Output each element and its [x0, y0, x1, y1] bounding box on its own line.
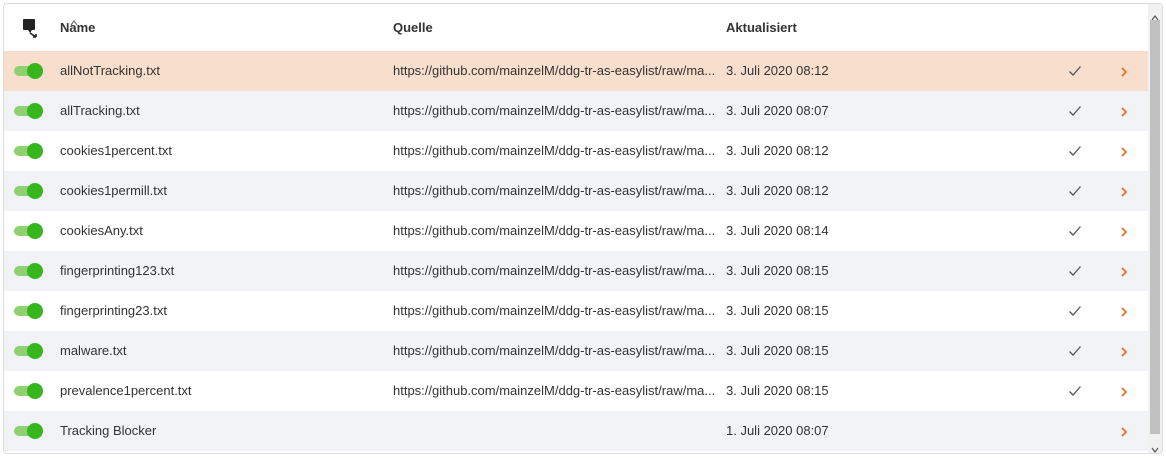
- row-name: prevalence1percent.txt: [60, 383, 192, 398]
- table-content: Name Quelle Aktualisiert allNotTracking.…: [4, 4, 1148, 453]
- blocklist-table: Name Quelle Aktualisiert allNotTracking.…: [3, 3, 1163, 454]
- column-header-source[interactable]: Quelle: [393, 4, 433, 51]
- row-updated: 3. Juli 2020 08:12: [726, 183, 829, 198]
- table-row[interactable]: Tracking Blocker 1. Juli 2020 08:07: [4, 411, 1148, 451]
- row-name: cookiesAny.txt: [60, 223, 143, 238]
- column-header-updated[interactable]: Aktualisiert: [726, 4, 797, 51]
- checkmark-icon: [1068, 344, 1082, 358]
- enabled-toggle[interactable]: [14, 102, 43, 120]
- enabled-toggle[interactable]: [14, 262, 43, 280]
- row-updated: 3. Juli 2020 08:12: [726, 143, 829, 158]
- row-name: malware.txt: [60, 343, 127, 358]
- row-updated: 3. Juli 2020 08:15: [726, 263, 829, 278]
- row-updated: 3. Juli 2020 08:15: [726, 383, 829, 398]
- enabled-toggle[interactable]: [14, 342, 43, 360]
- row-updated: 3. Juli 2020 08:15: [726, 303, 829, 318]
- checkmark-icon: [1068, 104, 1082, 118]
- table-row[interactable]: fingerprinting23.txt https://github.com/m…: [4, 291, 1148, 331]
- enabled-toggle[interactable]: [14, 142, 43, 160]
- enabled-toggle[interactable]: [14, 302, 43, 320]
- chevron-right-icon[interactable]: [1120, 345, 1128, 357]
- chevron-right-icon[interactable]: [1120, 305, 1128, 317]
- chevron-right-icon[interactable]: [1120, 225, 1128, 237]
- scroll-up-icon[interactable]: [1151, 8, 1159, 21]
- table-row[interactable]: cookies1permill.txt https://github.com/ma…: [4, 171, 1148, 211]
- row-updated: 3. Juli 2020 08:12: [726, 63, 829, 78]
- enabled-toggle[interactable]: [14, 182, 43, 200]
- checkmark-icon: [1068, 144, 1082, 158]
- vertical-scrollbar[interactable]: [1148, 4, 1162, 453]
- filter-list-icon[interactable]: [22, 18, 40, 38]
- enabled-toggle[interactable]: [14, 422, 43, 440]
- table-row[interactable]: malware.txt https://github.com/mainzelM/d…: [4, 331, 1148, 371]
- row-updated: 1. Juli 2020 08:07: [726, 423, 829, 438]
- enabled-toggle[interactable]: [14, 62, 43, 80]
- table-row[interactable]: cookies1percent.txt https://github.com/ma…: [4, 131, 1148, 171]
- chevron-right-icon[interactable]: [1120, 265, 1128, 277]
- row-name: fingerprinting23.txt: [60, 303, 167, 318]
- chevron-right-icon[interactable]: [1120, 145, 1128, 157]
- row-source: https://github.com/mainzelM/ddg-tr-as-ea…: [393, 303, 716, 318]
- chevron-right-icon[interactable]: [1120, 185, 1128, 197]
- table-row[interactable]: allTracking.txt https://github.com/mainze…: [4, 91, 1148, 131]
- row-name: allNotTracking.txt: [60, 63, 160, 78]
- scroll-down-icon[interactable]: [1151, 440, 1159, 453]
- row-source: https://github.com/mainzelM/ddg-tr-as-ea…: [393, 103, 716, 118]
- row-source: https://github.com/mainzelM/ddg-tr-as-ea…: [393, 183, 716, 198]
- checkmark-icon: [1068, 384, 1082, 398]
- table-row[interactable]: prevalence1percent.txt https://github.com…: [4, 371, 1148, 411]
- enabled-toggle[interactable]: [14, 382, 43, 400]
- scrollbar-thumb[interactable]: [1150, 20, 1160, 434]
- chevron-right-icon[interactable]: [1120, 385, 1128, 397]
- enabled-toggle[interactable]: [14, 222, 43, 240]
- checkmark-icon: [1068, 264, 1082, 278]
- row-source: https://github.com/mainzelM/ddg-tr-as-ea…: [393, 263, 716, 278]
- checkmark-icon: [1068, 64, 1082, 78]
- row-source: https://github.com/mainzelM/ddg-tr-as-ea…: [393, 143, 716, 158]
- checkmark-icon: [1068, 224, 1082, 238]
- checkmark-icon: [1068, 184, 1082, 198]
- chevron-right-icon[interactable]: [1120, 105, 1128, 117]
- row-updated: 3. Juli 2020 08:07: [726, 103, 829, 118]
- row-name: cookies1permill.txt: [60, 183, 167, 198]
- row-name: cookies1percent.txt: [60, 143, 173, 158]
- row-source: [393, 411, 719, 451]
- row-updated: 3. Juli 2020 08:15: [726, 343, 829, 358]
- row-name: allTracking.txt: [60, 103, 140, 118]
- row-source: https://github.com/mainzelM/ddg-tr-as-ea…: [393, 383, 716, 398]
- table-row[interactable]: cookiesAny.txt https://github.com/mainzel…: [4, 211, 1148, 251]
- row-updated: 3. Juli 2020 08:14: [726, 223, 829, 238]
- row-source: https://github.com/mainzelM/ddg-tr-as-ea…: [393, 343, 716, 358]
- chevron-right-icon[interactable]: [1120, 65, 1128, 77]
- column-header-name[interactable]: Name: [60, 4, 95, 51]
- row-name: fingerprinting123.txt: [60, 263, 175, 278]
- table-row[interactable]: fingerprinting123.txt https://github.com/…: [4, 251, 1148, 291]
- chevron-right-icon[interactable]: [1120, 425, 1128, 437]
- row-source: https://github.com/mainzelM/ddg-tr-as-ea…: [393, 63, 716, 78]
- checkmark-icon: [1068, 304, 1082, 318]
- table-row[interactable]: allNotTracking.txt https://github.com/mai…: [4, 51, 1148, 91]
- table-header: Name Quelle Aktualisiert: [4, 4, 1148, 51]
- row-name: Tracking Blocker: [60, 423, 157, 438]
- row-source: https://github.com/mainzelM/ddg-tr-as-ea…: [393, 223, 716, 238]
